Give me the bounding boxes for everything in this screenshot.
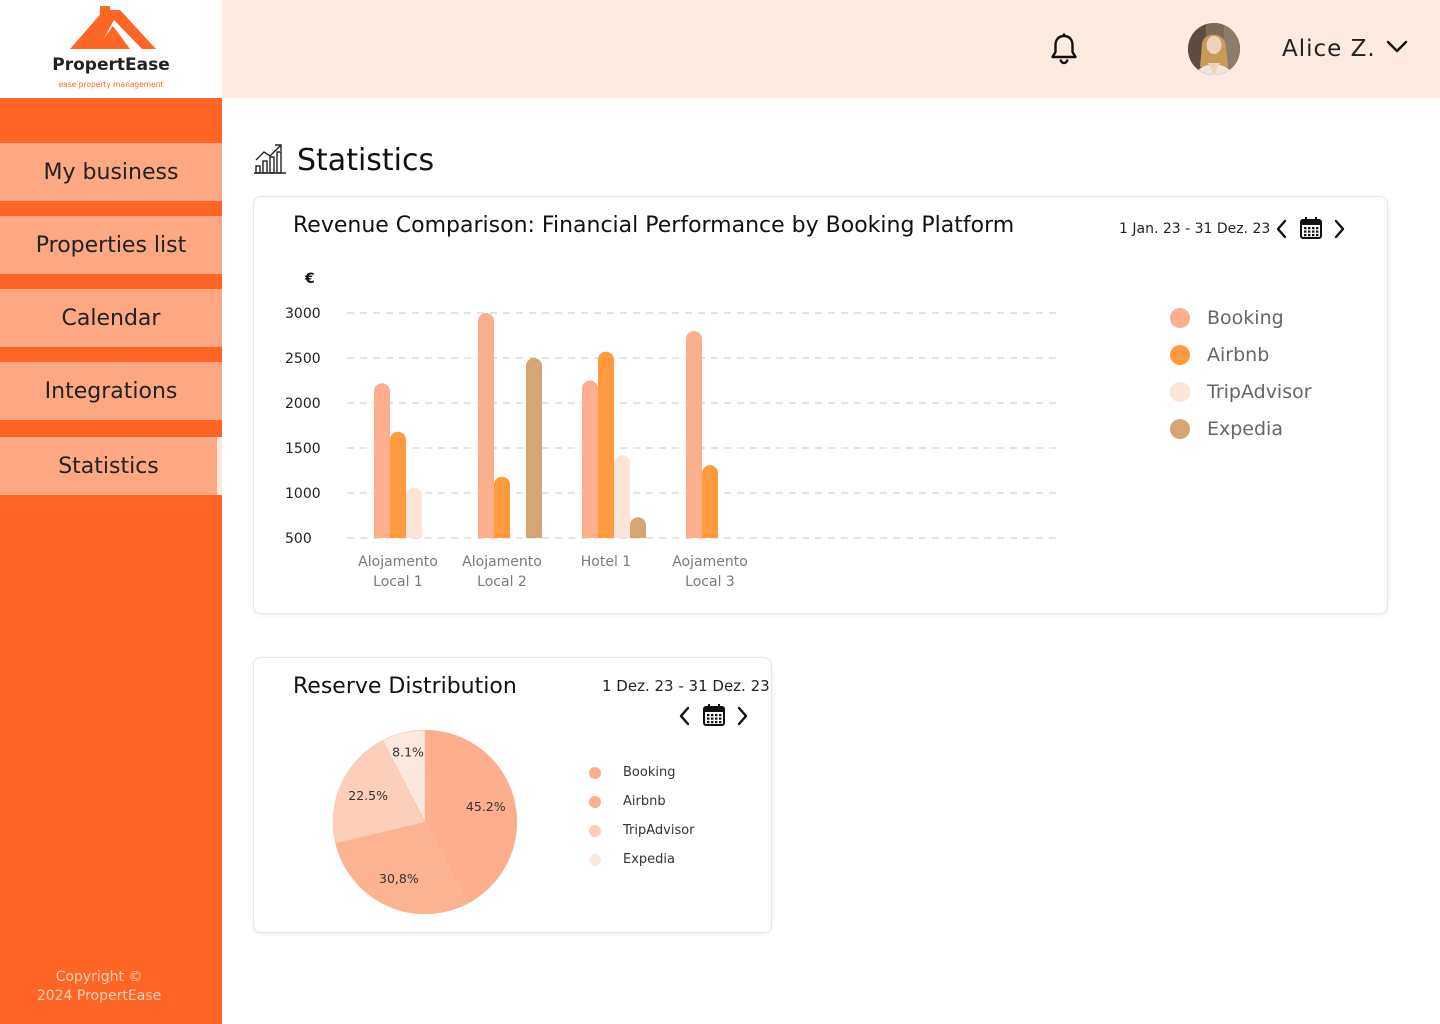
legend-swatch [1170,345,1190,365]
reserve-pie-chart: 45.2% 30,8% 22.5% 8.1% [332,729,518,915]
sidebar-item-calendar[interactable]: Calendar [0,289,222,347]
user-name[interactable]: Alice Z. [1282,36,1376,62]
bar-airbnb[interactable] [494,476,510,538]
y-axis-unit: € [304,271,315,287]
statistics-icon [254,144,286,174]
legend-item-expedia[interactable]: Expedia [1170,418,1283,440]
sidebar-item-label: Integrations [44,378,178,404]
legend-swatch [1170,419,1190,439]
bar-airbnb[interactable] [598,351,614,538]
legend-label: Airbnb [1207,344,1270,366]
x-tick-label: Alojamento Local 1 [358,554,438,590]
brand-logo[interactable]: PropertEase ease property management [0,0,222,98]
bar-booking[interactable] [582,380,598,539]
x-tick-label: Alojamento Local 2 [462,554,542,590]
sidebar-item-integrations[interactable]: Integrations [0,362,222,420]
legend-label: Booking [623,765,676,780]
brand-name: PropertEase [52,55,170,75]
sidebar-item-properties-list[interactable]: Properties list [0,216,222,274]
y-tick-label: 3000 [285,306,321,322]
y-tick-label: 1000 [285,486,321,502]
bar-tripadvisor[interactable] [406,487,422,538]
legend-item-booking[interactable]: Booking [1170,307,1284,329]
brand-tagline: ease property management [58,80,164,89]
legend-swatch [1170,308,1190,328]
sidebar-item-statistics[interactable]: Statistics [0,437,217,495]
pie-slice-label: 30,8% [379,871,419,886]
bar-booking[interactable] [478,313,494,538]
legend-item-airbnb[interactable]: Airbnb [1170,344,1269,366]
legend-swatch [589,795,601,808]
sidebar-item-label: Calendar [61,305,161,331]
legend-item-expedia[interactable]: Expedia [589,852,675,867]
revenue-bar-chart: €500 1000 1500 2000 2500 3000 Alojamento Local … [285,271,1061,590]
legend-label: Expedia [623,852,675,867]
bar-booking[interactable] [374,383,390,538]
pie-slice-label: 22.5% [348,788,388,803]
bell-icon[interactable] [1050,33,1078,65]
y-tick-label: 500 [285,531,312,547]
legend-item-booking[interactable]: Booking [589,765,675,780]
y-tick-label: 1500 [285,441,321,457]
copyright-text: Copyright © 2024 PropertEase [36,969,162,1004]
legend-label: Airbnb [623,794,666,809]
sidebar: PropertEase ease property management My … [0,0,222,1024]
y-tick-label: 2500 [285,351,321,367]
active-indicator [217,437,222,495]
y-tick-label: 2000 [285,396,321,412]
top-header: Alice Z. [222,0,1440,98]
bar-expedia[interactable] [526,358,542,538]
legend-swatch [589,824,601,837]
page-title: Statistics [297,143,435,178]
legend-swatch [589,853,601,866]
legend-item-tripadvisor[interactable]: TripAdvisor [1170,381,1312,403]
x-tick-label: Hotel 1 [581,554,631,570]
user-photo [1188,23,1240,75]
house-roof-icon [70,6,156,49]
legend-label: TripAdvisor [623,823,695,838]
sidebar-item-label: My business [43,159,179,185]
reserve-distribution-card: Reserve Distribution 1 Dez. 23 - 31 Dez.… [253,657,772,933]
sidebar-item-label: Properties list [35,232,187,258]
bar-airbnb[interactable] [390,431,406,538]
avatar[interactable] [1188,23,1240,75]
legend-item-tripadvisor[interactable]: TripAdvisor [589,823,695,838]
revenue-comparison-card: Revenue Comparison: Financial Performanc… [253,196,1388,614]
bar-booking[interactable] [686,331,702,538]
x-tick-label: Aojamento Local 3 [672,554,748,590]
pie-slice-label: 45.2% [466,799,506,814]
legend-label: TripAdvisor [1207,381,1312,403]
legend-swatch [589,766,601,779]
sidebar-item-label: Statistics [58,453,159,479]
legend-label: Expedia [1207,418,1283,440]
bar-airbnb[interactable] [702,465,718,538]
bar-tripadvisor[interactable] [614,455,630,538]
legend-item-airbnb[interactable]: Airbnb [589,794,666,809]
chevron-down-icon[interactable] [1386,40,1408,54]
pie-slice-label: 8.1% [392,744,424,759]
sidebar-item-my-business[interactable]: My business [0,143,222,201]
bar-expedia[interactable] [630,517,646,538]
legend-label: Booking [1207,307,1284,329]
legend-swatch [1170,382,1190,402]
